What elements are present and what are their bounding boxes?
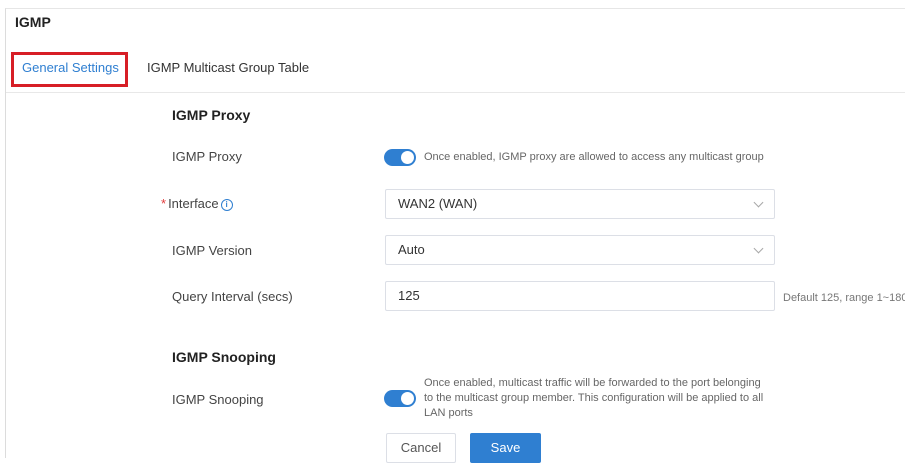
tab-highlight-box xyxy=(11,52,128,87)
section-title-igmp-snooping: IGMP Snooping xyxy=(172,349,276,365)
page-title: IGMP xyxy=(15,14,51,30)
igmp-version-select[interactable]: Auto xyxy=(385,235,775,265)
toggle-knob xyxy=(401,392,414,405)
interface-label-row: * Interface i xyxy=(161,196,233,211)
igmp-snooping-hint: Once enabled, multicast traffic will be … xyxy=(424,376,763,421)
query-interval-hint: Default 125, range 1~180 xyxy=(783,292,905,304)
query-interval-label: Query Interval (secs) xyxy=(172,289,293,304)
interface-label: Interface xyxy=(168,196,219,211)
igmp-snooping-toggle[interactable] xyxy=(384,390,416,407)
chevron-down-icon xyxy=(753,197,764,208)
interface-select-value: WAN2 (WAN) xyxy=(398,196,478,211)
section-title-igmp-proxy: IGMP Proxy xyxy=(172,107,251,123)
igmp-proxy-toggle[interactable] xyxy=(384,149,416,166)
query-interval-input[interactable]: 125 xyxy=(385,281,775,311)
igmp-proxy-label: IGMP Proxy xyxy=(172,149,242,164)
tabs-divider xyxy=(6,92,905,93)
required-asterisk: * xyxy=(161,196,167,211)
igmp-proxy-hint: Once enabled, IGMP proxy are allowed to … xyxy=(424,151,764,163)
query-interval-value: 125 xyxy=(398,288,420,303)
info-icon[interactable]: i xyxy=(220,198,233,211)
chevron-down-icon xyxy=(753,243,764,254)
igmp-snooping-label: IGMP Snooping xyxy=(172,392,264,407)
igmp-version-select-value: Auto xyxy=(398,242,425,257)
hint-line: LAN ports xyxy=(424,407,473,419)
cancel-button[interactable]: Cancel xyxy=(386,433,456,463)
save-button[interactable]: Save xyxy=(470,433,541,463)
hint-line: to the multicast group member. This conf… xyxy=(424,392,764,404)
igmp-version-label: IGMP Version xyxy=(172,243,252,258)
tab-igmp-multicast-group-table[interactable]: IGMP Multicast Group Table xyxy=(147,60,309,75)
interface-select[interactable]: WAN2 (WAN) xyxy=(385,189,775,219)
toggle-knob xyxy=(401,151,414,164)
hint-line: Once enabled, multicast traffic will be … xyxy=(424,377,761,389)
